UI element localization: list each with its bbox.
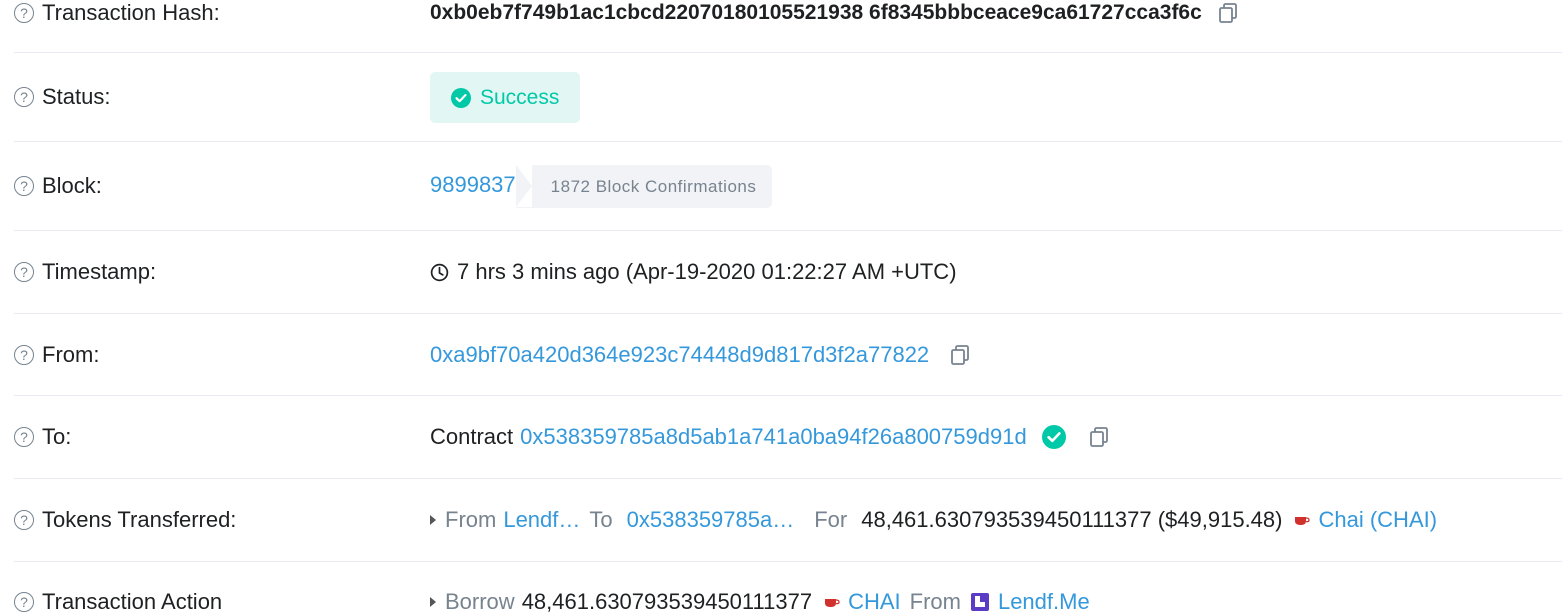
action-from-word: From <box>909 589 961 614</box>
copy-icon[interactable] <box>1217 2 1239 24</box>
row-label: To: <box>42 424 72 449</box>
status-text: Success <box>480 85 560 109</box>
divider <box>14 141 1562 142</box>
row-label: Tokens Transferred: <box>42 507 237 532</box>
expand-caret-icon[interactable] <box>430 515 436 525</box>
token-amount: 48,461.630793539450111377 ($49,915.48) <box>861 507 1283 532</box>
to-address-link[interactable]: 0x538359785a8d5ab1a741a0ba94f26a800759d9… <box>520 424 1027 450</box>
help-icon[interactable]: ? <box>14 176 34 196</box>
chai-token-icon <box>1295 517 1311 525</box>
lendf-me-logo-icon <box>970 593 989 611</box>
divider <box>14 561 1562 562</box>
divider <box>14 52 1562 53</box>
row-block: ? Block: 9899837 1872 Block Confirmation… <box>14 165 1562 208</box>
expand-caret-icon[interactable] <box>430 597 436 607</box>
value-group: Borrow 48,461.630793539450111377 CHAI Fr… <box>430 588 1090 616</box>
divider <box>14 313 1562 314</box>
value-group: Success <box>430 72 581 123</box>
divider <box>14 478 1562 479</box>
row-transaction-hash: ? Transaction Hash: 0xb0eb7f749b1ac1cbcd… <box>14 0 1562 26</box>
chai-token-icon <box>825 599 840 607</box>
for-word: For <box>814 507 848 532</box>
row-label: From: <box>42 342 100 367</box>
row-label: Transaction Action <box>42 589 223 614</box>
transaction-hash-value: 0xb0eb7f749b1ac1cbcd22070180105521938 6f… <box>430 1 1202 24</box>
row-to: ? To: Contract 0x538359785a8d5ab1a741a0b… <box>14 423 1562 451</box>
value-group: 7 hrs 3 mins ago (Apr-19-2020 01:22:27 A… <box>430 258 957 286</box>
label-group: ? Transaction Action <box>14 589 222 615</box>
row-label: Timestamp: <box>42 259 157 284</box>
help-icon[interactable]: ? <box>14 510 34 530</box>
token-from-link[interactable]: Lendf… <box>503 507 580 533</box>
divider <box>14 395 1562 396</box>
block-number-link[interactable]: 9899837 <box>430 172 516 198</box>
to-word: To <box>589 507 613 532</box>
copy-icon[interactable] <box>1088 426 1110 448</box>
action-token-link[interactable]: CHAI <box>848 589 901 615</box>
row-label: Transaction Hash: <box>42 0 220 25</box>
help-icon[interactable]: ? <box>14 87 34 107</box>
clock-icon <box>430 263 449 281</box>
action-amount: 48,461.630793539450111377 <box>521 589 813 614</box>
row-label: Block: <box>42 173 102 198</box>
label-group: ? Status: <box>14 84 110 110</box>
help-icon[interactable]: ? <box>14 3 34 23</box>
contract-prefix: Contract <box>430 424 514 449</box>
action-platform-link[interactable]: Lendf.Me <box>998 589 1090 615</box>
row-tokens-transferred: ? Tokens Transferred: From Lendf… To 0x5… <box>14 506 1562 534</box>
label-group: ? From: <box>14 342 99 368</box>
label-group: ? To: <box>14 424 71 450</box>
row-from: ? From: 0xa9bf70a420d364e923c74448d9d817… <box>14 341 1562 369</box>
row-timestamp: ? Timestamp: 7 hrs 3 mins ago (Apr-19-20… <box>14 258 1562 286</box>
transaction-details: ? Transaction Hash: 0xb0eb7f749b1ac1cbcd… <box>0 0 1562 616</box>
from-word: From <box>445 507 497 532</box>
token-to-link[interactable]: 0x538359785a… <box>627 507 795 533</box>
value-group: 9899837 1872 Block Confirmations <box>430 165 773 208</box>
verified-check-icon <box>1041 425 1066 449</box>
label-group: ? Transaction Hash: <box>14 0 220 26</box>
status-badge: Success <box>430 72 581 123</box>
timestamp-value: 7 hrs 3 mins ago (Apr-19-2020 01:22:27 A… <box>457 259 957 284</box>
block-confirmations-badge: 1872 Block Confirmations <box>515 165 773 208</box>
row-label: Status: <box>42 84 111 109</box>
divider <box>14 230 1562 231</box>
label-group: ? Block: <box>14 173 102 199</box>
label-group: ? Tokens Transferred: <box>14 507 236 533</box>
value-group: 0xb0eb7f749b1ac1cbcd22070180105521938 6f… <box>430 0 1239 26</box>
help-icon[interactable]: ? <box>14 592 34 612</box>
row-status: ? Status: Success <box>14 72 1562 123</box>
help-icon[interactable]: ? <box>14 262 34 282</box>
help-icon[interactable]: ? <box>14 427 34 447</box>
action-verb: Borrow <box>445 589 515 614</box>
value-group: From Lendf… To 0x538359785a… For 48,461.… <box>430 506 1437 534</box>
copy-icon[interactable] <box>949 344 971 366</box>
help-icon[interactable]: ? <box>14 345 34 365</box>
token-name-link[interactable]: Chai (CHAI) <box>1318 507 1437 533</box>
row-transaction-action: ? Transaction Action Borrow 48,461.63079… <box>14 588 1562 616</box>
from-address-link[interactable]: 0xa9bf70a420d364e923c74448d9d817d3f2a778… <box>430 342 929 368</box>
check-circle-icon <box>451 87 471 108</box>
value-group: Contract 0x538359785a8d5ab1a741a0ba94f26… <box>430 423 1110 451</box>
label-group: ? Timestamp: <box>14 259 156 285</box>
value-group: 0xa9bf70a420d364e923c74448d9d817d3f2a778… <box>430 341 971 369</box>
